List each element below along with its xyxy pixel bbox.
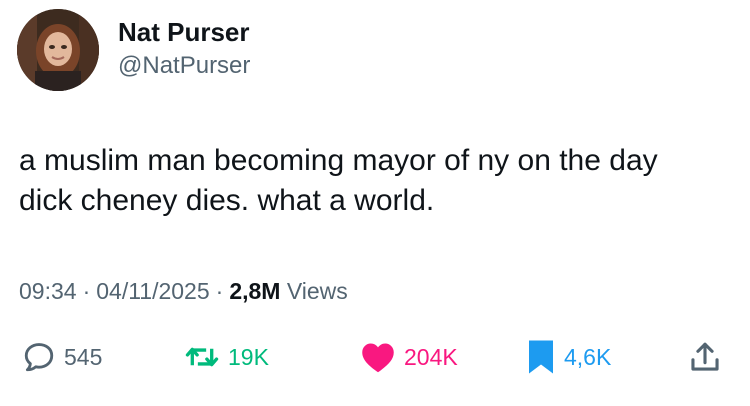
bookmark-button[interactable]: 4,6K	[526, 335, 611, 379]
meta-separator: ·	[215, 278, 224, 304]
action-bar: 545 19K 204K 4,6K	[0, 335, 750, 379]
views-label: Views	[286, 278, 348, 304]
bookmark-count: 4,6K	[564, 344, 612, 370]
author-display-name[interactable]: Nat Purser	[118, 17, 250, 47]
author-handle[interactable]: @NatPurser	[118, 52, 250, 80]
tweet-meta: 09:34 · 04/11/2025 · 2,8M Views	[19, 276, 348, 306]
tweet-time[interactable]: 09:34	[19, 278, 77, 304]
views-count: 2,8M	[229, 278, 281, 304]
reply-button[interactable]: 545	[22, 335, 102, 379]
reply-icon	[24, 343, 54, 372]
retweet-button[interactable]: 19K	[184, 335, 269, 379]
avatar[interactable]	[17, 9, 99, 91]
retweet-icon	[185, 347, 219, 367]
avatar-photo	[17, 9, 99, 91]
reply-count: 545	[64, 344, 103, 370]
heart-icon	[362, 343, 394, 373]
like-count: 204K	[404, 344, 458, 370]
like-button[interactable]: 204K	[360, 335, 458, 379]
tweet-date[interactable]: 04/11/2025	[96, 278, 209, 304]
bookmark-icon	[529, 340, 553, 374]
share-button[interactable]	[688, 335, 722, 379]
meta-separator: ·	[82, 278, 91, 304]
retweet-count: 19K	[228, 344, 269, 370]
share-icon	[691, 342, 719, 371]
tweet-text: a muslim man becoming mayor of ny on the…	[19, 144, 658, 217]
